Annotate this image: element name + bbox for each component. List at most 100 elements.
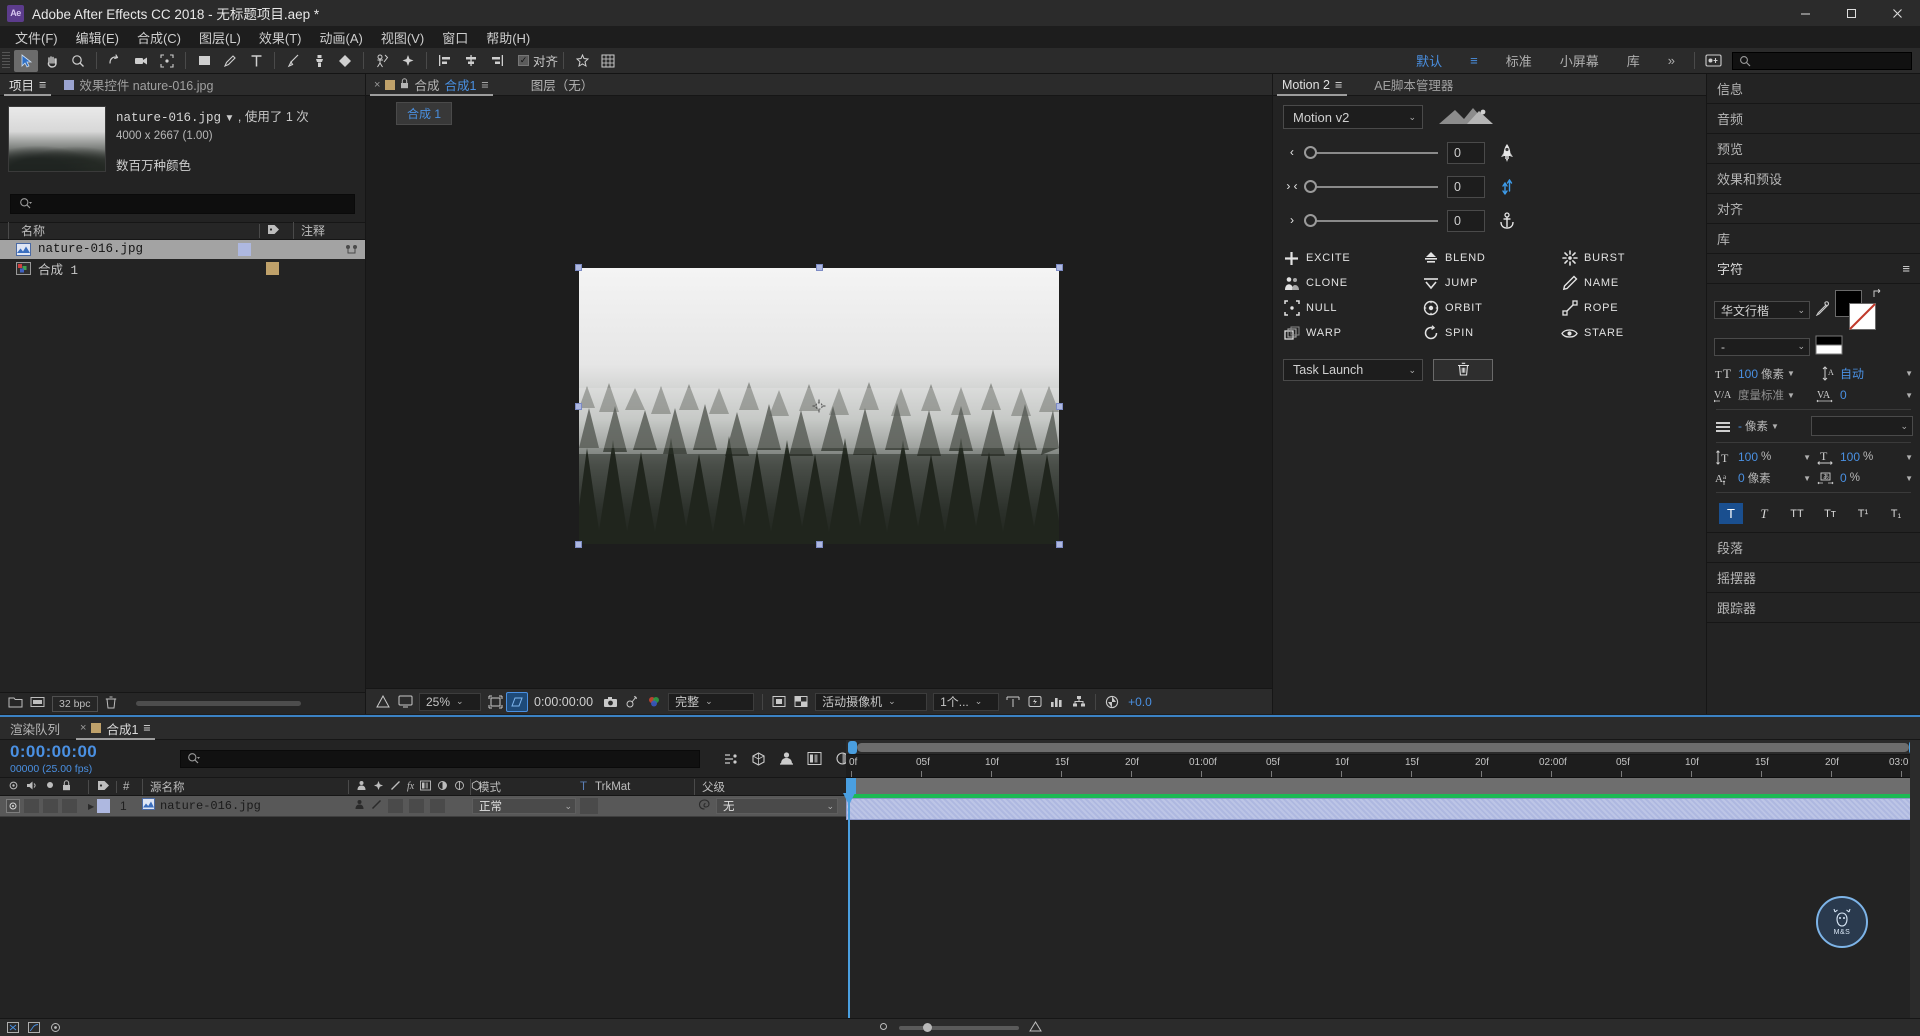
vertical-scale-value[interactable]: 100 [1738, 450, 1758, 464]
monitor-icon[interactable] [394, 692, 416, 712]
show-snapshot-icon[interactable] [621, 692, 643, 712]
chevron-down-icon[interactable]: ▼ [1905, 474, 1913, 483]
menu-view[interactable]: 视图(V) [372, 26, 433, 49]
stare-button[interactable]: STARE [1561, 325, 1696, 341]
dock-item-audio[interactable]: 音频 [1707, 104, 1920, 134]
project-row-color-cell[interactable] [231, 242, 265, 256]
slider-center-icon[interactable]: ›‹ [1283, 180, 1301, 194]
orbit-button[interactable]: ORBIT [1422, 300, 1557, 316]
lock-toggle[interactable] [62, 799, 77, 813]
workspace-standard[interactable]: 标准 [1492, 48, 1546, 73]
always-preview-icon[interactable] [372, 692, 394, 712]
chevron-down-icon[interactable]: ▼ [1905, 369, 1913, 378]
grid-guides-icon[interactable] [596, 50, 620, 72]
motion2-panel-menu-icon[interactable]: ≡ [1335, 78, 1342, 92]
minimize-button[interactable] [1782, 0, 1828, 26]
name-button[interactable]: NAME [1561, 275, 1696, 291]
delete-task-button[interactable] [1433, 359, 1493, 381]
fast-previews-icon[interactable] [1024, 692, 1046, 712]
chevron-down-icon[interactable]: ▼ [1787, 369, 1795, 378]
jump-button[interactable]: JUMP [1422, 275, 1557, 291]
layer-label-color[interactable] [97, 799, 111, 813]
character-panel-menu-icon[interactable]: ≡ [1902, 261, 1910, 276]
kerning-value[interactable]: 度量标准 [1738, 387, 1784, 403]
rope-button[interactable]: ROPE [1561, 300, 1696, 316]
breadcrumb-item[interactable]: 合成 1 [396, 102, 453, 125]
chevron-down-icon[interactable]: ▼ [1787, 391, 1795, 400]
menu-file[interactable]: 文件(F) [6, 26, 67, 49]
motion-slider-2[interactable] [1304, 180, 1438, 193]
menu-edit[interactable]: 编辑(E) [67, 26, 128, 49]
project-row-color-swatch[interactable] [238, 242, 251, 256]
take-snapshot-icon[interactable] [599, 692, 621, 712]
work-area-span[interactable] [856, 778, 1910, 794]
column-comment[interactable]: 注释 [293, 222, 365, 240]
resize-handle-mr[interactable] [1056, 402, 1063, 410]
motion-slider-1[interactable] [1304, 146, 1438, 159]
dock-item-info[interactable]: 信息 [1707, 74, 1920, 104]
workspace-overflow-icon[interactable]: » [1654, 50, 1689, 71]
video-toggle-icon[interactable] [6, 799, 20, 813]
toggle-transparency-grid-icon[interactable] [506, 691, 528, 712]
zoom-level-select[interactable]: 25% ⌄ [419, 692, 481, 711]
snap-toggle[interactable]: ✓ 对齐 [518, 51, 558, 70]
zoom-slider-knob[interactable] [923, 1022, 932, 1032]
font-size-field[interactable]: 100 像素 ▼ [1738, 366, 1811, 382]
zoom-in-icon[interactable] [1029, 1020, 1042, 1035]
menu-composition[interactable]: 合成(C) [128, 26, 190, 49]
project-horizontal-scrollbar[interactable] [135, 701, 301, 706]
trkmat-column-header[interactable]: T TrkMat [576, 781, 694, 793]
subscript-button[interactable]: T₁ [1884, 503, 1908, 524]
tab-layer[interactable]: 图层（无） [523, 74, 602, 96]
task-launch-select[interactable]: Task Launch ⌄ [1283, 359, 1423, 381]
shy-toggle-icon[interactable] [354, 799, 365, 813]
slider-left-icon[interactable]: ‹ [1283, 146, 1301, 160]
horizontal-scale-field[interactable]: 100 % ▼ [1840, 450, 1913, 464]
comp-flowchart-icon[interactable] [1068, 692, 1090, 712]
timecode-display[interactable]: 0:00:00:00 00000 (25.00 fps) [10, 742, 180, 775]
camera-tool-icon[interactable] [129, 50, 153, 72]
superscript-button[interactable]: T¹ [1851, 503, 1875, 524]
align-right-icon[interactable] [485, 50, 509, 72]
anchor-center-icon[interactable] [570, 50, 594, 72]
column-name[interactable]: 名称 [8, 222, 259, 240]
tracking-value[interactable]: 0 [1840, 388, 1847, 402]
resize-handle-tl[interactable] [575, 264, 582, 271]
quality-toggle-icon[interactable] [371, 799, 382, 813]
zoom-tool-icon[interactable] [66, 50, 90, 72]
solo-toggle[interactable] [43, 799, 58, 813]
expand-triangle-icon[interactable]: ▶ [88, 802, 94, 811]
clone-stamp-tool-icon[interactable] [307, 50, 331, 72]
view-layout-select[interactable]: 1个... ⌄ [933, 692, 1000, 711]
menu-animation[interactable]: 动画(A) [311, 26, 372, 49]
leading-value[interactable]: 自动 [1840, 365, 1864, 382]
trkmat-toggle[interactable] [580, 798, 598, 814]
comp-panel-menu-icon[interactable]: ≡ [481, 78, 488, 92]
align-center-icon[interactable] [459, 50, 483, 72]
dock-item-align[interactable]: 对齐 [1707, 194, 1920, 224]
menu-window[interactable]: 窗口 [433, 26, 477, 49]
eyedropper-icon[interactable] [1815, 301, 1830, 319]
leading-field[interactable]: 自动 ▼ [1840, 365, 1913, 382]
eraser-tool-icon[interactable] [333, 50, 357, 72]
anchor-icon[interactable] [1494, 212, 1520, 230]
rocket-icon[interactable] [1494, 143, 1520, 163]
hide-shy-layers-icon[interactable] [778, 750, 795, 767]
chevron-down-icon[interactable]: ▼ [1771, 422, 1779, 431]
kerning-field[interactable]: 度量标准 ▼ [1738, 387, 1811, 403]
graph-editor-footer-icon[interactable] [27, 1021, 41, 1034]
baseline-shift-field[interactable]: 0 像素 ▼ [1738, 470, 1811, 486]
motion-slider-3-value[interactable]: 0 [1447, 210, 1485, 232]
bit-depth-button[interactable]: 32 bpc [52, 695, 98, 712]
tracking-field[interactable]: 0 ▼ [1840, 388, 1913, 402]
exposure-value[interactable]: +0.0 [1123, 695, 1152, 709]
workspace-small-screen[interactable]: 小屏幕 [1546, 48, 1613, 73]
tab-effect-controls[interactable]: 效果控件 nature-016.jpg [55, 74, 222, 96]
warp-button[interactable]: WARP [1283, 325, 1418, 341]
column-label-icon[interactable] [259, 223, 293, 238]
burst-button[interactable]: BURST [1561, 250, 1696, 266]
pan-behind-tool-icon[interactable] [155, 50, 179, 72]
new-folder-icon[interactable] [8, 696, 23, 711]
camera-view-select[interactable]: 活动摄像机 ⌄ [815, 692, 928, 711]
region-preview-icon[interactable] [768, 692, 790, 712]
